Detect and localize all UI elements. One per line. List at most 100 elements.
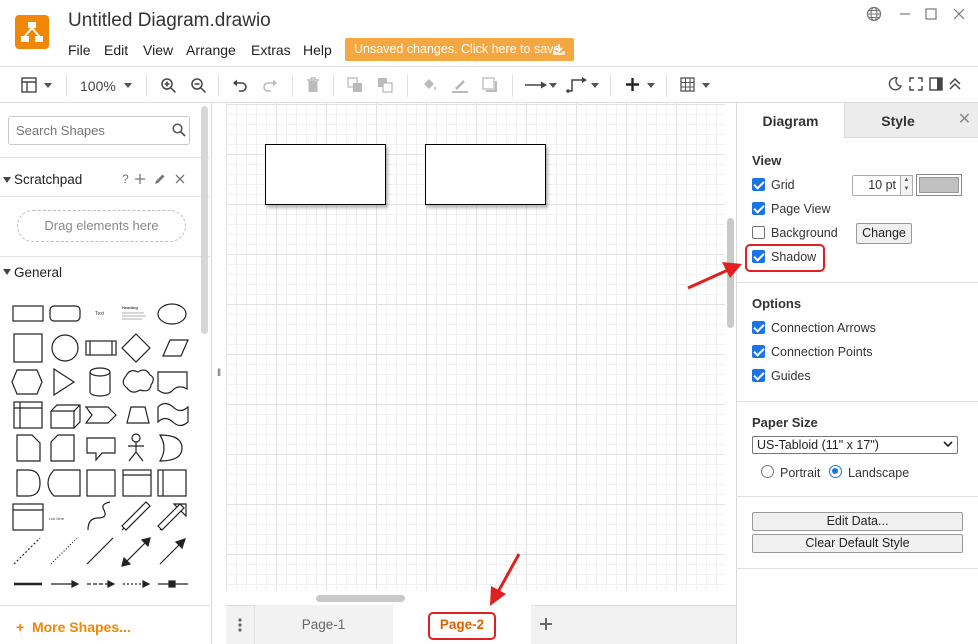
grid-size-stepper[interactable]: ▲ ▼: [900, 175, 913, 196]
chevron-down-icon[interactable]: [647, 83, 655, 88]
zoom-level[interactable]: 100%: [80, 78, 116, 94]
chevron-down-icon[interactable]: [124, 83, 132, 88]
landscape-radio[interactable]: [829, 465, 842, 478]
waypoints-icon[interactable]: [566, 76, 588, 94]
grid-color-button[interactable]: [916, 174, 962, 196]
shadow-highlight-box: [745, 244, 825, 272]
fill-color-icon[interactable]: [421, 76, 438, 93]
undo-icon[interactable]: [232, 78, 248, 92]
background-checkbox[interactable]: [752, 226, 765, 239]
help-icon[interactable]: ?: [122, 172, 129, 186]
general-shapes-palette[interactable]: Text Heading List Item: [8, 298, 198, 594]
menu-view[interactable]: View: [143, 42, 173, 58]
background-label: Background: [771, 226, 838, 240]
connection-points-checkbox[interactable]: [752, 345, 765, 358]
grid-checkbox[interactable]: [752, 178, 765, 191]
canvas-horizontal-scrollbar[interactable]: [316, 595, 405, 602]
clear-default-style-button[interactable]: Clear Default Style: [752, 534, 963, 553]
download-icon: [553, 44, 565, 55]
connection-points-label: Connection Points: [771, 345, 873, 359]
close-window-icon[interactable]: [952, 7, 966, 21]
pages-menu-icon[interactable]: [237, 617, 243, 633]
guides-label: Guides: [771, 369, 811, 383]
panel-resize-handle[interactable]: ‖: [217, 368, 221, 379]
rectangle-shape[interactable]: [425, 144, 546, 205]
document-title[interactable]: Untitled Diagram.drawio: [68, 10, 271, 32]
more-shapes-label: More Shapes...: [31, 619, 131, 635]
close-icon[interactable]: [175, 174, 185, 184]
chevron-down-icon[interactable]: [44, 83, 52, 88]
search-icon[interactable]: [172, 123, 186, 137]
shadow-icon[interactable]: [482, 77, 498, 93]
tab-page-1[interactable]: Page-1: [254, 605, 392, 644]
maximize-icon[interactable]: [924, 7, 938, 21]
heading-shape: Heading: [122, 305, 138, 310]
tab-style[interactable]: Style: [844, 103, 951, 138]
page-view-label: Page View: [771, 202, 831, 216]
edit-pencil-icon[interactable]: [154, 173, 166, 185]
app-window: Untitled Diagram.drawio File Edit View A…: [0, 0, 978, 644]
redo-icon[interactable]: [262, 78, 278, 92]
minimize-icon[interactable]: [898, 7, 912, 21]
logo-icon: [21, 22, 43, 42]
delete-icon[interactable]: [306, 77, 320, 93]
guides-checkbox[interactable]: [752, 369, 765, 382]
menu-arrange[interactable]: Arrange: [186, 42, 236, 58]
to-back-icon[interactable]: [377, 77, 393, 93]
page-view-checkbox[interactable]: [752, 202, 765, 215]
grid-size-input[interactable]: 10 pt: [852, 175, 902, 196]
scratchpad-title[interactable]: Scratchpad: [14, 172, 82, 187]
page-2-highlight-box: [428, 612, 496, 640]
rectangle-shape[interactable]: [265, 144, 386, 205]
connection-arrows-checkbox[interactable]: [752, 321, 765, 334]
grid-color-swatch: [919, 177, 959, 193]
portrait-radio[interactable]: [761, 465, 774, 478]
chevron-down-icon[interactable]: [702, 83, 710, 88]
scratchpad-drop-zone[interactable]: Drag elements here: [17, 210, 186, 242]
insert-plus-icon[interactable]: [625, 77, 640, 92]
sidebar-scrollbar[interactable]: [201, 106, 208, 334]
collapse-up-icon[interactable]: [949, 77, 961, 91]
change-background-button[interactable]: Change: [856, 223, 912, 244]
search-shapes-input[interactable]: [8, 116, 190, 145]
portrait-label: Portrait: [780, 466, 821, 480]
general-title[interactable]: General: [14, 265, 62, 280]
paper-size-select[interactable]: US-Tabloid (11" x 17"): [752, 436, 958, 454]
add-page-icon[interactable]: [539, 617, 553, 631]
chevron-down-icon: [943, 441, 953, 448]
table-icon[interactable]: [680, 77, 695, 92]
add-icon[interactable]: [135, 174, 145, 184]
globe-icon[interactable]: [866, 6, 882, 22]
toolbar: 100%: [0, 66, 978, 103]
zoom-out-icon[interactable]: [190, 77, 207, 94]
plus-icon: +: [16, 619, 25, 635]
collapse-triangle-icon[interactable]: [3, 176, 11, 184]
dark-mode-icon[interactable]: [888, 77, 902, 91]
format-panel-icon[interactable]: [21, 77, 37, 93]
line-color-icon[interactable]: [451, 76, 469, 94]
view-section-title: View: [752, 153, 782, 168]
canvas-vertical-scrollbar[interactable]: [727, 218, 734, 328]
drawio-logo: [15, 15, 49, 49]
unsaved-changes-button[interactable]: Unsaved changes. Click here to save.: [345, 38, 574, 61]
chevron-down-icon[interactable]: [591, 83, 599, 88]
tab-diagram[interactable]: Diagram: [737, 103, 844, 138]
edit-data-button[interactable]: Edit Data...: [752, 512, 963, 531]
collapse-triangle-icon[interactable]: [3, 268, 11, 276]
unsaved-label: Unsaved changes. Click here to save.: [354, 42, 564, 56]
menu-edit[interactable]: Edit: [104, 42, 128, 58]
paper-size-title: Paper Size: [752, 415, 818, 430]
options-section-title: Options: [752, 296, 802, 311]
menu-file[interactable]: File: [68, 42, 91, 58]
zoom-in-icon[interactable]: [160, 77, 177, 94]
more-shapes-button[interactable]: + More Shapes...: [16, 619, 131, 635]
menu-help[interactable]: Help: [303, 42, 332, 58]
chevron-down-icon[interactable]: [549, 83, 557, 88]
to-front-icon[interactable]: [347, 77, 363, 93]
fullscreen-icon[interactable]: [909, 77, 923, 91]
diagram-canvas[interactable]: [226, 103, 725, 590]
connection-arrow-icon[interactable]: [524, 80, 548, 90]
menu-extras[interactable]: Extras: [251, 42, 291, 58]
close-panel-icon[interactable]: ✕: [951, 103, 978, 138]
format-toggle-icon[interactable]: [929, 77, 943, 91]
